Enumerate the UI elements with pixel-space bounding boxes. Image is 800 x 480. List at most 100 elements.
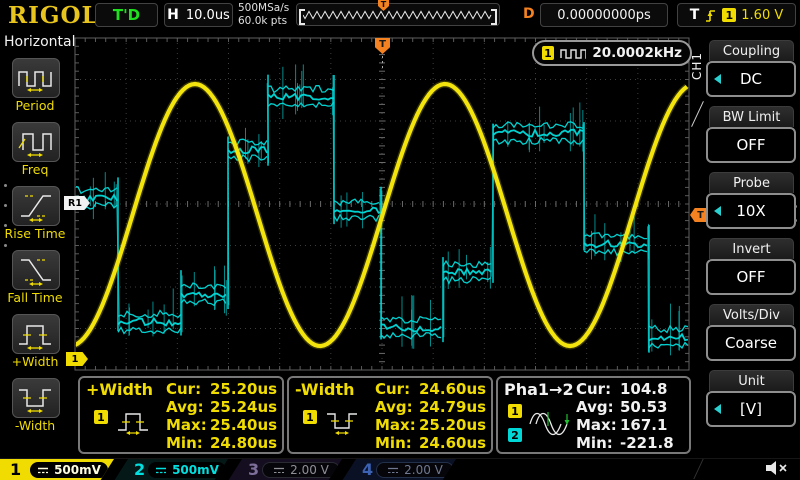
channel-scale: 500mV [54, 463, 101, 477]
frequency-counter: 1 20.0002kHz [532, 40, 692, 66]
delay-value: 0.00000000ps [557, 8, 651, 23]
menu-voltsdiv-button[interactable]: Coarse [706, 325, 796, 361]
neg-width-icon [15, 380, 57, 416]
trigger-label: T [690, 7, 700, 23]
row-value: 25.20us [419, 416, 486, 434]
left-scroll-dot [4, 204, 7, 207]
dc-coupling-icon [387, 466, 399, 475]
menu-unit-value: [V] [740, 400, 762, 418]
left-menu-title: Horizontal [4, 34, 75, 50]
row-value: -221.8 [620, 434, 674, 452]
menu-probe-button[interactable]: 10X [706, 193, 796, 229]
channel-2-tab[interactable]: 2 500mV [114, 459, 228, 480]
measurement-source-badge: 1 [94, 410, 108, 424]
row-label: Min: [576, 434, 620, 452]
trigger-source-badge: 1 [722, 8, 736, 22]
measurement-panel-pos-width[interactable]: +Width 1 Cur:25.20us Avg:25.24us Max:25.… [78, 376, 284, 454]
row-value: 24.80us [210, 434, 277, 452]
submenu-arrow-icon [714, 206, 721, 216]
channel-number: 2 [134, 459, 145, 480]
row-label: Min: [166, 434, 210, 452]
softkey-pos-width-label: +Width [0, 354, 70, 369]
trigger-delay-box: 0.00000000ps [540, 3, 668, 27]
counter-frequency-value: 20.0002kHz [592, 45, 682, 61]
channel-number: 4 [362, 459, 373, 480]
row-label: Avg: [166, 398, 210, 416]
left-scroll-dot [4, 184, 7, 187]
channel-3-tab[interactable]: 3 2.00 V [228, 459, 342, 480]
menu-unit-button[interactable]: [V] [706, 391, 796, 427]
active-channel-label: CH1 [690, 52, 704, 80]
softkey-neg-width[interactable] [12, 378, 60, 418]
row-value: 24.79us [419, 398, 486, 416]
menu-bwlimit-value: OFF [736, 136, 765, 154]
menu-bwlimit-button[interactable]: OFF [706, 127, 796, 163]
row-value: 25.40us [210, 416, 277, 434]
delay-label: D [523, 6, 535, 22]
memory-bar-right-bracket [491, 9, 497, 25]
left-scroll-dot [4, 224, 7, 227]
trigger-status-text: T'D [113, 6, 140, 24]
left-scroll-dot [4, 244, 7, 247]
channel-scale: 2.00 V [290, 463, 329, 477]
row-label: Max: [375, 416, 419, 434]
measurement-source-badge: 1 [303, 410, 317, 424]
softkey-fall-time[interactable] [12, 250, 60, 290]
row-value: 25.20us [210, 380, 277, 398]
menu-unit-title: Unit [709, 370, 794, 391]
timebase-value: 10.0us [186, 8, 230, 23]
measurement-source2-badge: 2 [508, 428, 522, 442]
submenu-arrow-icon [714, 74, 721, 84]
memory-bar-left-bracket [299, 9, 305, 25]
softkey-freq[interactable] [12, 122, 60, 162]
menu-coupling-button[interactable]: DC [706, 61, 796, 97]
sound-muted-icon[interactable] [764, 460, 790, 477]
softkey-rise-time[interactable] [12, 186, 60, 226]
row-label: Avg: [375, 398, 419, 416]
row-value: 24.60us [419, 380, 486, 398]
memory-waveform-preview-icon [303, 4, 493, 25]
h-label: H [167, 7, 179, 23]
fall-time-icon [15, 252, 57, 288]
submenu-arrow-icon [714, 404, 721, 414]
channel-scale: 2.00 V [404, 463, 443, 477]
neg-width-icon [325, 406, 361, 436]
row-value: 25.24us [210, 398, 277, 416]
brand-logo: RIGOL [8, 2, 99, 29]
softkey-pos-width[interactable] [12, 314, 60, 354]
trigger-settings-box[interactable]: T 1 1.60 V [677, 3, 796, 27]
freq-icon [15, 124, 57, 160]
menu-invert-button[interactable]: OFF [706, 259, 796, 295]
channel-4-tab[interactable]: 4 2.00 V [342, 459, 456, 480]
softkey-freq-label: Freq [0, 162, 70, 177]
softkey-rise-time-label: Rise Time [0, 226, 70, 241]
channel-1-tab[interactable]: 1 500mV [0, 459, 114, 480]
menu-coupling-title: Coupling [709, 40, 794, 61]
softkey-period-label: Period [0, 98, 70, 113]
measurement-panel-neg-width[interactable]: -Width 1 Cur:24.60us Avg:24.79us Max:25.… [287, 376, 493, 454]
rising-edge-icon [704, 8, 717, 23]
softkey-neg-width-label: -Width [0, 418, 70, 433]
period-icon [15, 60, 57, 96]
square-wave-icon [560, 47, 586, 60]
measurement-title: -Width [295, 380, 355, 399]
measurement-panel-phase[interactable]: Pha1→2 1 2 Cur:104.8 Avg:50.53 Max:167.1… [496, 376, 691, 454]
waveform-memory-bar[interactable] [296, 3, 500, 26]
sample-rate: 500MSa/s [238, 2, 289, 15]
horizontal-timebase-box[interactable]: H 10.0us [164, 3, 233, 27]
dc-coupling-icon [37, 466, 49, 475]
row-label: Avg: [576, 398, 620, 416]
trigger-status-indicator: T'D [95, 3, 158, 27]
counter-source-badge: 1 [542, 46, 554, 60]
softkey-fall-time-label: Fall Time [0, 290, 70, 305]
row-label: Cur: [375, 380, 419, 398]
row-label: Max: [166, 416, 210, 434]
menu-probe-value: 10X [736, 202, 765, 220]
menu-invert-title: Invert [709, 238, 794, 259]
softkey-period[interactable] [12, 58, 60, 98]
rise-time-icon [15, 188, 57, 224]
menu-probe-title: Probe [709, 172, 794, 193]
dc-coupling-icon [155, 466, 167, 475]
row-value: 24.60us [419, 434, 486, 452]
pos-width-icon [15, 316, 57, 352]
